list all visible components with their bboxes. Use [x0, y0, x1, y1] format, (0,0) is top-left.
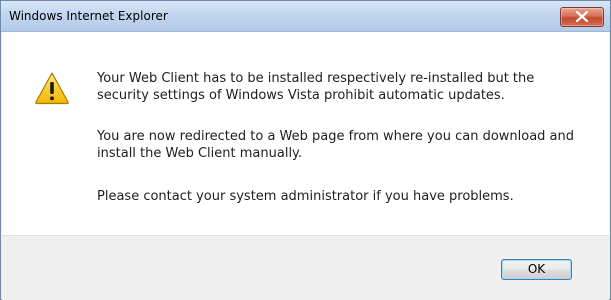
dialog-title: Windows Internet Explorer: [9, 9, 168, 23]
ok-button[interactable]: OK: [501, 259, 572, 280]
close-icon: [576, 11, 588, 22]
message-line-2: You are now redirected to a Web page fro…: [97, 129, 575, 161]
message-line-3: Please contact your system administrator…: [97, 189, 514, 204]
message-dialog: Windows Internet Explorer Your Web Clien…: [0, 0, 611, 300]
dialog-content: Your Web Client has to be installed resp…: [2, 32, 609, 235]
close-button[interactable]: [560, 7, 604, 27]
message-line-1: Your Web Client has to be installed resp…: [97, 71, 535, 103]
warning-icon: [35, 72, 69, 105]
title-bar[interactable]: Windows Internet Explorer: [1, 1, 610, 32]
button-bar: OK: [2, 235, 609, 300]
